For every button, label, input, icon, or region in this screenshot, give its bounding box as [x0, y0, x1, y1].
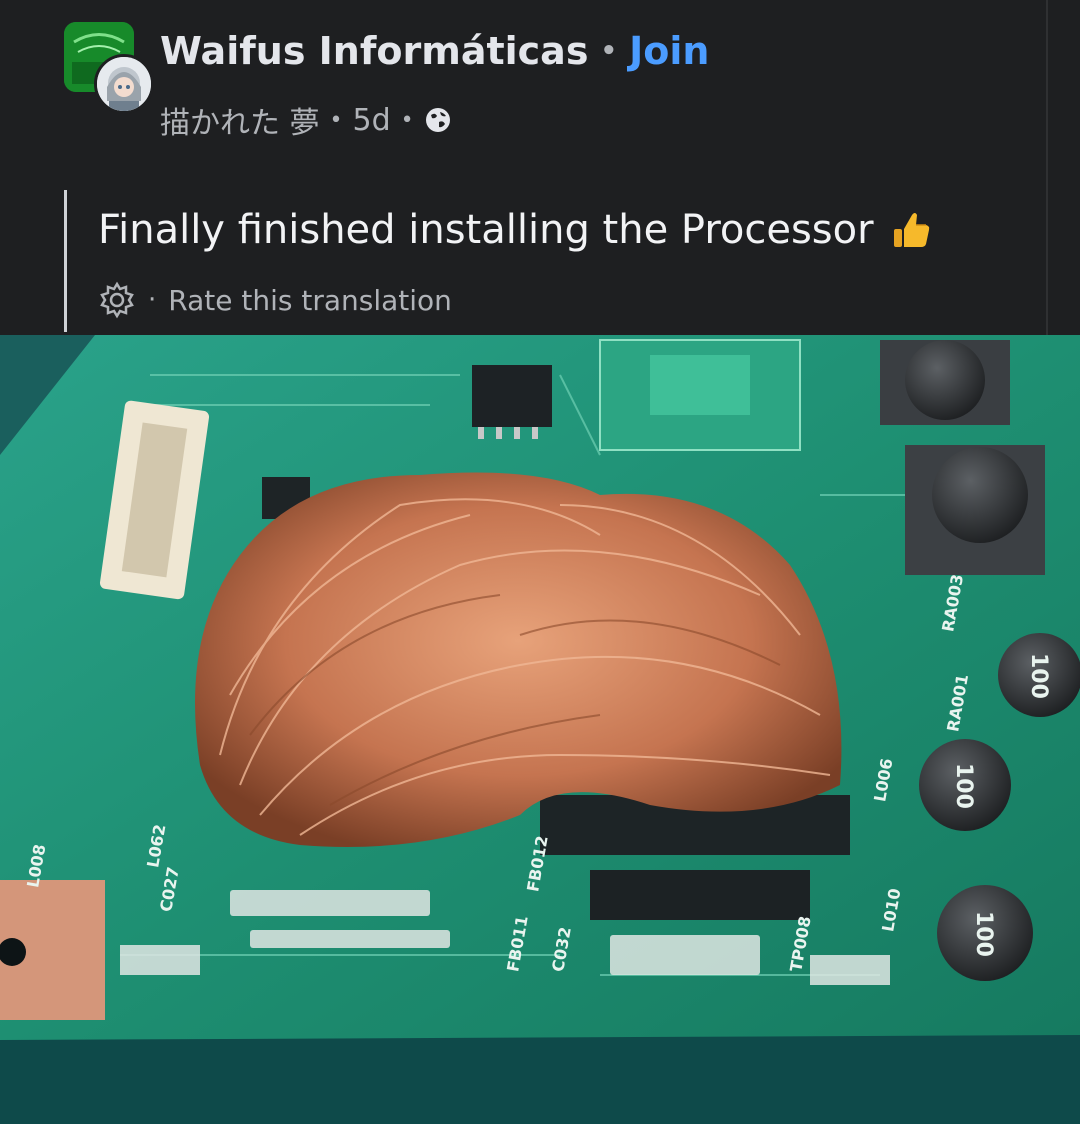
copper-hair	[195, 472, 842, 847]
post-meta: 描かれた 夢 • 5d •	[160, 98, 452, 142]
post-time[interactable]: 5d	[353, 103, 391, 138]
post-body: Finally finished installing the Processo…	[98, 200, 934, 260]
meta-separator-2: •	[400, 107, 414, 133]
author-name[interactable]: 描かれた 夢	[160, 98, 320, 142]
post-border	[1046, 0, 1048, 335]
rate-translation-link[interactable]: Rate this translation	[168, 284, 452, 317]
thumbs-up-icon	[888, 207, 934, 253]
inductor-top	[880, 340, 1010, 425]
gear-icon[interactable]	[98, 281, 136, 319]
translate-separator: ·	[148, 285, 157, 315]
post-header: Waifus Informáticas • Join 描かれた 夢 • 5d •	[0, 0, 1080, 160]
post-text: Finally finished installing the Processo…	[98, 207, 874, 253]
inductor-label-b: 100	[951, 763, 976, 809]
pcb-photo: 100 100 100 L008 L062 FB012 FB011 C032 L…	[0, 335, 1080, 1124]
anime-avatar-icon	[97, 57, 151, 111]
inductor-label-c: 100	[971, 911, 996, 957]
translation-bar: · Rate this translation	[98, 280, 452, 320]
inductor-label-a: 100	[1026, 653, 1051, 699]
globe-icon	[424, 106, 452, 134]
meta-separator-1: •	[329, 107, 343, 133]
post-title-line: Waifus Informáticas • Join	[160, 26, 709, 76]
post-image[interactable]: 100 100 100 L008 L062 FB012 FB011 C032 L…	[0, 335, 1080, 1124]
title-separator: •	[600, 36, 618, 66]
group-name-link[interactable]: Waifus Informáticas	[160, 29, 588, 73]
translation-quote-bar	[64, 190, 67, 332]
small-ic	[472, 365, 552, 427]
user-avatar[interactable]	[94, 54, 154, 114]
inductor-mid	[905, 445, 1045, 575]
join-button[interactable]: Join	[629, 29, 709, 73]
